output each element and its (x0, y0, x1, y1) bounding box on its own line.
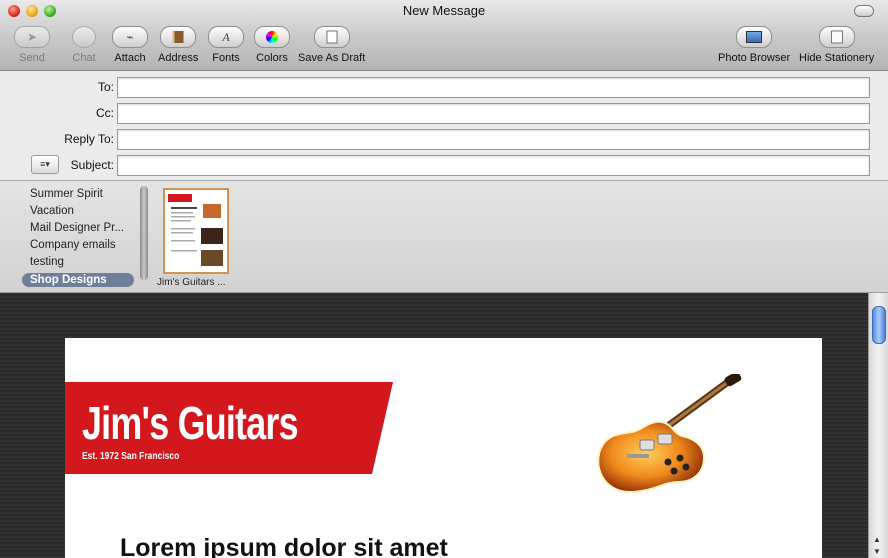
category-company-emails[interactable]: Company emails (30, 239, 116, 251)
reply-to-field[interactable] (117, 129, 870, 150)
chat-button[interactable]: Chat (72, 26, 96, 64)
subject-label: Subject: (70, 158, 114, 172)
stationery-thumbnail[interactable] (163, 188, 229, 274)
cc-label: Cc: (96, 106, 114, 120)
reply-to-label: Reply To: (64, 132, 114, 146)
body-scrollbar[interactable]: ▲ ▼ (868, 293, 888, 558)
stationery-page: Jim's Guitars Est. 1972 San Francisco Lo… (65, 338, 822, 558)
scroll-up-arrow-icon[interactable]: ▲ (873, 535, 881, 544)
fonts-button[interactable]: A Fonts (208, 26, 244, 64)
message-headline: Lorem ipsum dolor sit amet (120, 534, 448, 558)
colors-button[interactable]: Colors (254, 26, 290, 64)
cc-field[interactable] (117, 103, 870, 124)
document-icon (326, 30, 338, 44)
letter-a-icon: A (222, 30, 230, 44)
category-vacation[interactable]: Vacation (30, 205, 74, 217)
photo-icon (746, 31, 763, 43)
new-message-window: New Message ➤ Send Chat ⌁ Attach Address… (0, 0, 888, 558)
category-mail-designer[interactable]: Mail Designer Pr... (30, 222, 124, 234)
stationery-icon (830, 30, 843, 44)
hide-stationery-button[interactable]: Hide Stationery (799, 26, 874, 64)
subject-row: ≡▾ Subject: (0, 155, 888, 177)
stationery-thumbnail-caption: Jim's Guitars ... (157, 277, 226, 288)
to-field[interactable] (117, 77, 870, 98)
address-button[interactable]: Address (158, 26, 198, 64)
paperclip-icon: ⌁ (126, 30, 134, 44)
save-as-draft-button[interactable]: Save As Draft (298, 26, 365, 64)
send-button[interactable]: ➤ Send (14, 26, 50, 64)
guitar-image (597, 374, 742, 494)
header-options-menu[interactable]: ≡▾ (31, 155, 59, 174)
attach-button[interactable]: ⌁ Attach (112, 26, 148, 64)
paper-plane-icon: ➤ (26, 30, 38, 44)
color-wheel-icon (266, 31, 278, 43)
stationery-category-list: Summer Spirit Vacation Mail Designer Pr.… (22, 181, 144, 289)
to-row: To: (0, 77, 888, 99)
scroll-down-arrow-icon[interactable]: ▼ (873, 547, 881, 556)
category-testing[interactable]: testing (30, 256, 64, 268)
to-label: To: (97, 80, 114, 94)
photo-browser-button[interactable]: Photo Browser (718, 26, 790, 64)
store-tagline: Est. 1972 San Francisco (82, 451, 180, 462)
store-name: Jim's Guitars (82, 397, 299, 449)
address-book-icon (172, 31, 184, 43)
cc-row: Cc: (0, 103, 888, 125)
window-title: New Message (402, 3, 486, 18)
stationery-pane: Summer Spirit Vacation Mail Designer Pr.… (0, 181, 888, 293)
subject-field[interactable] (117, 155, 870, 176)
category-scrollbar[interactable] (140, 186, 148, 280)
message-headers: To: Cc: Reply To: ≡▾ Subject: (0, 71, 888, 181)
message-body[interactable]: Jim's Guitars Est. 1972 San Francisco Lo… (0, 293, 888, 558)
body-scroll-thumb[interactable] (872, 306, 886, 344)
toolbar-toggle-button[interactable] (854, 5, 874, 17)
reply-to-row: Reply To: (0, 129, 888, 151)
category-summer-spirit[interactable]: Summer Spirit (30, 188, 103, 200)
toolbar: New Message ➤ Send Chat ⌁ Attach Address… (0, 0, 888, 71)
category-shop-designs[interactable]: Shop Designs (22, 273, 134, 287)
thumbnail-preview-image (165, 190, 227, 272)
